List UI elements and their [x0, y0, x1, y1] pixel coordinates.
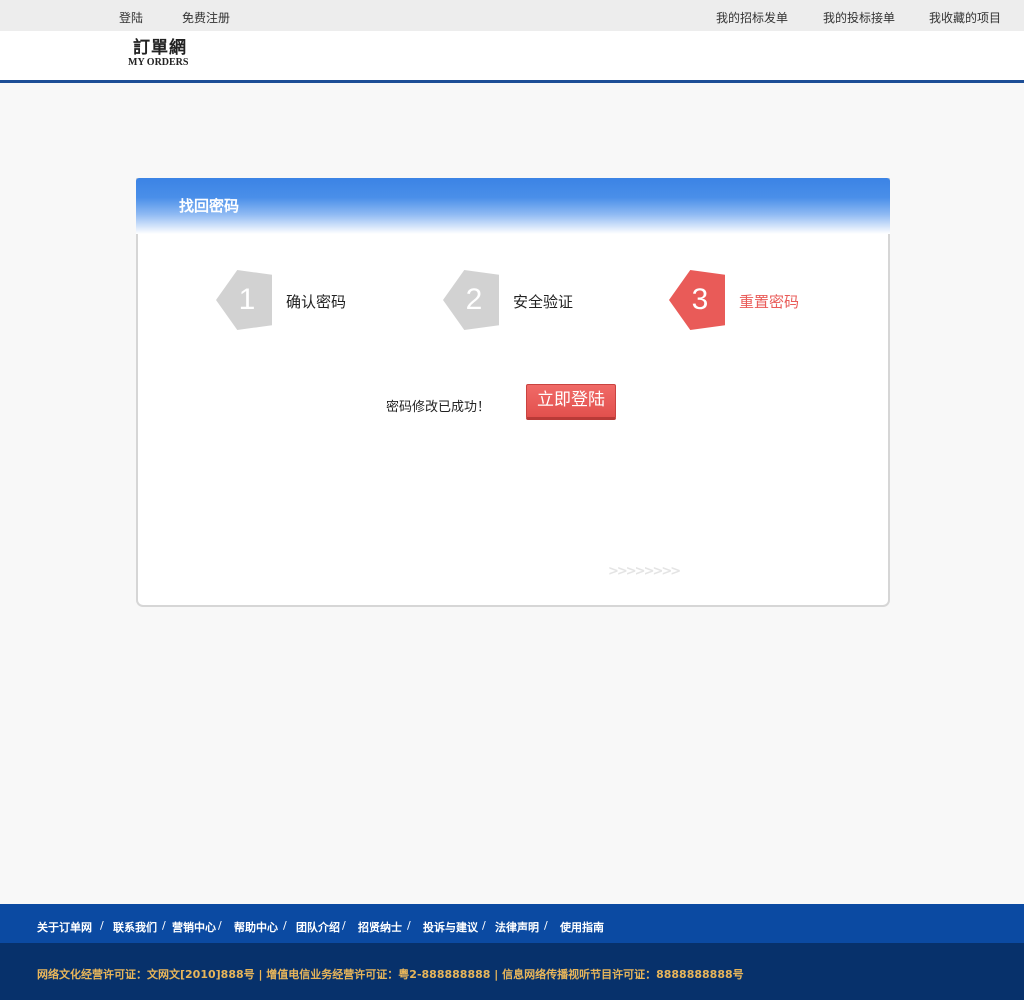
success-message: 密码修改已成功！	[386, 400, 491, 415]
step-label: 安全验证	[513, 293, 574, 311]
password-recovery-card: 找回密码 1 确认密码 2 安全验证 3 重置密码 密码修改已成功！ 立即登陆 …	[136, 178, 890, 607]
step-label: 确认密码	[286, 293, 347, 311]
logo-english: MY ORDERS	[128, 57, 189, 68]
card-header: 找回密码	[136, 178, 890, 234]
my-favorites-link[interactable]: 我收藏的项目	[929, 9, 1001, 26]
step-number-badge: 2	[443, 270, 499, 330]
footer-separator: /	[283, 919, 287, 932]
footer-link-careers[interactable]: 招贤纳士	[358, 919, 402, 935]
site-header: 訂單網 MY ORDERS	[0, 31, 1024, 83]
card-title: 找回密码	[179, 197, 240, 215]
footer-link-about[interactable]: 关于订单网	[37, 919, 92, 935]
footer-separator: /	[544, 919, 548, 932]
logo-chinese: 訂單網	[133, 38, 187, 58]
footer-separator: /	[482, 919, 486, 932]
footer-separator: /	[342, 919, 346, 932]
chevrons-decoration: >>>>>>>>	[608, 564, 681, 579]
footer-separator: /	[162, 919, 166, 932]
site-logo[interactable]: 訂單網 MY ORDERS	[128, 39, 208, 71]
footer-link-team[interactable]: 团队介绍	[296, 919, 340, 935]
login-link[interactable]: 登陆	[119, 9, 143, 26]
login-now-button[interactable]: 立即登陆	[526, 384, 616, 420]
step-label: 重置密码	[739, 293, 800, 311]
footer-link-legal[interactable]: 法律声明	[495, 919, 539, 935]
license-text: 网络文化经营许可证：文网文[2010]888号 | 增值电信业务经营许可证：粤2…	[37, 968, 744, 981]
my-bids-posted-link[interactable]: 我的招标发单	[716, 9, 788, 26]
footer-separator: /	[100, 919, 104, 932]
footer-link-contact[interactable]: 联系我们	[113, 919, 157, 935]
footer-link-guide[interactable]: 使用指南	[560, 919, 604, 935]
step-number-badge: 3	[669, 270, 725, 330]
footer-link-marketing[interactable]: 营销中心	[172, 919, 216, 935]
footer-separator: /	[407, 919, 411, 932]
footer-nav: 关于订单网 / 联系我们 / 营销中心 / 帮助中心 / 团队介绍 / 招贤纳士…	[0, 904, 1024, 943]
footer-link-help[interactable]: 帮助中心	[234, 919, 278, 935]
footer-separator: /	[218, 919, 222, 932]
top-bar: 登陆 免费注册 我的招标发单 我的投标接单 我收藏的项目	[0, 0, 1024, 31]
step-number-badge: 1	[216, 270, 272, 330]
footer-license-bar: 网络文化经营许可证：文网文[2010]888号 | 增值电信业务经营许可证：粤2…	[0, 943, 1024, 1000]
register-link[interactable]: 免费注册	[182, 9, 230, 26]
my-bids-received-link[interactable]: 我的投标接单	[823, 9, 895, 26]
footer-link-complaints[interactable]: 投诉与建议	[423, 919, 478, 935]
